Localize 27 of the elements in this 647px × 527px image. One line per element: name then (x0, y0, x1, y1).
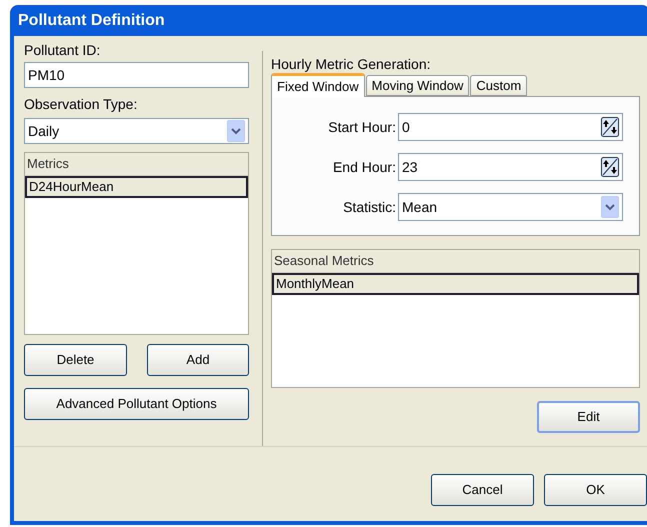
ok-button[interactable]: OK (544, 474, 647, 506)
list-row[interactable]: D24HourMean (25, 176, 248, 198)
advanced-options-button[interactable]: Advanced Pollutant Options (24, 388, 249, 420)
list-header: Metrics (25, 153, 248, 176)
spinner-icon[interactable] (601, 157, 619, 177)
tab[interactable]: Moving Window (366, 75, 470, 96)
delete-button[interactable]: Delete (24, 344, 127, 376)
spinner-field[interactable]: 23 (398, 153, 623, 181)
statistic-combo[interactable]: Mean (398, 193, 623, 221)
observation-type-combo[interactable]: Daily (24, 118, 249, 144)
field-label: Statistic: (342, 198, 397, 216)
section-label: Hourly Metric Generation: (271, 55, 432, 72)
edit-button[interactable]: Edit (537, 401, 640, 433)
field-label: Pollutant ID: (24, 41, 102, 60)
window-title: Pollutant Definition (18, 10, 165, 30)
spinner-field[interactable]: 0 (398, 113, 623, 141)
field-label: Start Hour: (327, 118, 397, 136)
field-label: End Hour: (332, 158, 397, 176)
tab[interactable]: Fixed Window (271, 73, 365, 97)
list-header: Seasonal Metrics (272, 250, 639, 273)
field-label: Observation Type: (24, 95, 138, 114)
tab[interactable]: Custom (470, 75, 528, 96)
add-button[interactable]: Add (147, 344, 249, 376)
pollutant-id-field[interactable]: PM10 (24, 62, 249, 88)
list-row[interactable]: MonthlyMean (272, 273, 639, 295)
spinner-icon[interactable] (601, 117, 619, 137)
cancel-button[interactable]: Cancel (431, 474, 534, 506)
